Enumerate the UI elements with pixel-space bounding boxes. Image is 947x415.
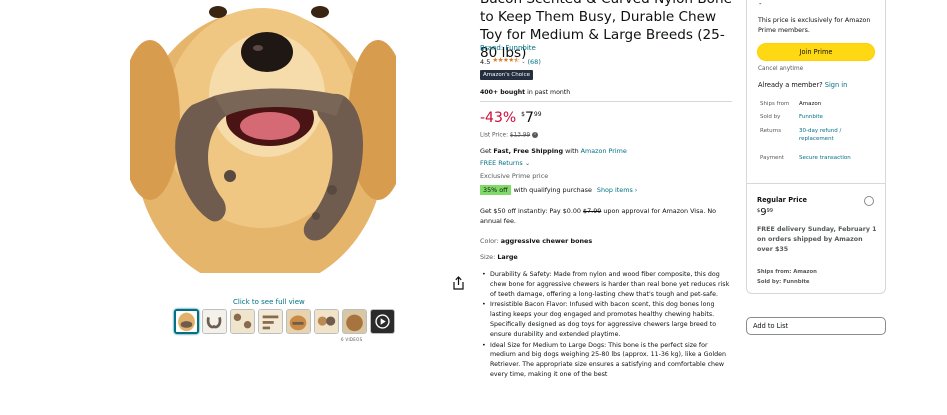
brand-link[interactable]: Brand: Funnbite [480,44,536,52]
percent-off-badge: 35% off [480,185,511,195]
price-whole: 7 [525,110,534,126]
videos-count-label: 6 VIDEOS [341,337,363,342]
product-page: Click to see full view 6 VIDEOS to Keep … [0,0,947,415]
ratings-count-link[interactable]: (68) [528,58,541,66]
color-selection: Color: aggressive chewer bones [480,237,593,245]
info-icon[interactable]: i [532,132,539,138]
product-title: Bacon Scented & Curved Nylon Bone to Kee… [480,0,732,61]
already-member: Already a member? Sign in [758,81,848,89]
returns-policy-link[interactable]: 30-day refund / [799,127,841,135]
exclusive-prime-price: Exclusive Prime price [480,172,549,180]
thumbnail-2[interactable] [202,309,227,334]
regular-price: $9 99 [757,207,773,218]
thumbnail-strip [174,309,395,334]
feature-bullet: Ideal Size for Medium to Large Dogs: Thi… [480,341,732,380]
rating-row[interactable]: 4.5 ★★★★⯪ ⌄ (68) [480,56,541,67]
shipping-line: Get Fast, Free Shipping with Amazon Prim… [480,147,627,155]
dog-thumbnail-icon [176,311,197,332]
free-returns-link[interactable]: FREE Returns ⌄ [480,159,530,167]
list-price-value: $13.99 [509,132,531,139]
chevron-down-icon: ⌄ [524,159,531,167]
features-thumbnail-icon [315,310,338,333]
regular-price-radio[interactable] [864,196,874,206]
rating-value: 4.5 [480,57,491,66]
bought-in-past-month: 400+ bought in past month [480,89,571,96]
amazon-prime-link[interactable]: Amazon Prime [581,147,627,155]
sign-in-link[interactable]: Sign in [825,81,848,89]
ships-sold-info: Ships from: Amazon Sold by: Funnbite [757,269,817,285]
shop-items-link[interactable]: Shop items › [597,186,637,194]
price-row: -43% $ 7 99 [480,110,542,126]
feature-bullet: Durability & Safety: Made from nylon and… [480,270,732,299]
feature-bullet: Irresistible Bacon Flavor: Infused with … [480,300,732,339]
thumbnail-5[interactable] [286,309,311,334]
video-play-icon [371,310,394,333]
thumbnail-video[interactable] [370,309,395,334]
discount-percent: -43% [480,110,517,126]
star-rating-icon: ★★★★⯪ [492,56,520,64]
click-to-see-full-view[interactable]: Click to see full view [233,298,305,306]
amazons-choice-badge: Amazon's Choice [480,70,533,80]
buybox-top-fragment: - [759,0,762,8]
dog-with-bone-image [130,0,396,273]
bone-thumbnail-icon [203,310,226,333]
lifestyle-thumbnail-icon [343,310,366,333]
secure-transaction-link[interactable]: Secure transaction [799,154,851,162]
regular-price-label[interactable]: Regular Price [757,196,807,204]
feature-bullets: Durability & Safety: Made from nylon and… [480,270,732,381]
thumbnail-7[interactable] [342,309,367,334]
buybox-divider [746,183,886,184]
prime-exclusive-note: This price is exclusively for Amazon Pri… [758,17,871,34]
join-prime-button[interactable]: Join Prime [757,43,875,61]
cancel-anytime: Cancel anytime [758,66,804,72]
chevron-down-icon: ⌄ [521,58,526,65]
divider [480,101,732,102]
thumbnail-4[interactable] [258,309,283,334]
list-price: List Price: $13.99 i [480,132,539,139]
size-chart-thumbnail-icon [259,310,282,333]
share-icon[interactable] [452,276,465,290]
main-product-image[interactable] [130,0,396,273]
qualifying-purchase-row: 35% off with qualifying purchase Shop it… [480,185,637,195]
dog-chewing-thumbnail-icon [287,310,310,333]
visa-offer: Get $50 off instantly: Pay $0.00 $7.99 u… [480,207,717,225]
price-fraction: 99 [533,111,542,118]
thumbnail-3[interactable] [230,309,255,334]
thumbnail-1[interactable] [174,309,199,334]
size-selection: Size: Large [480,253,518,261]
infographic-thumbnail-icon [231,310,254,333]
delivery-estimate: FREE delivery Sunday, February 1 on orde… [757,226,877,253]
thumbnail-6[interactable] [314,309,339,334]
add-to-list-button[interactable]: Add to List [746,317,886,335]
seller-link[interactable]: Funnbite [799,113,823,121]
